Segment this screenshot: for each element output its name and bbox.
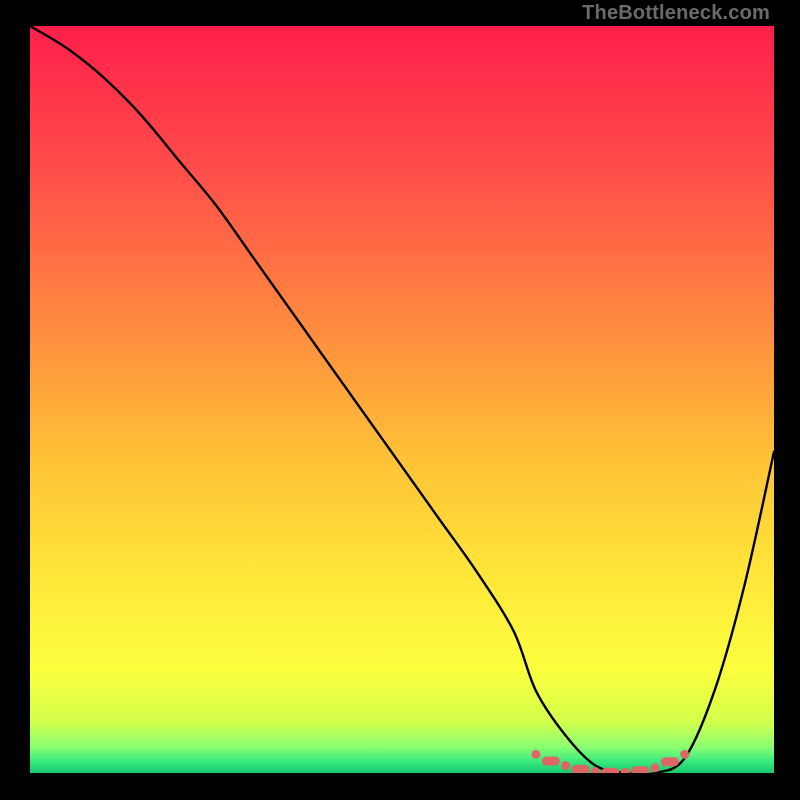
minimum-marker-dot xyxy=(601,768,619,773)
chart-frame: TheBottleneck.com xyxy=(0,0,800,800)
minimum-marker-dot xyxy=(572,765,590,773)
gradient-background xyxy=(30,26,774,773)
minimum-marker-dot xyxy=(661,757,679,766)
bottleneck-chart xyxy=(30,26,774,773)
minimum-marker-dot xyxy=(542,757,560,766)
minimum-marker-dot xyxy=(650,763,659,772)
minimum-marker-dot xyxy=(531,750,540,759)
minimum-marker-dot xyxy=(561,761,570,770)
minimum-marker-dot xyxy=(631,766,649,773)
watermark-text: TheBottleneck.com xyxy=(582,2,770,25)
minimum-marker-dot xyxy=(680,750,689,759)
